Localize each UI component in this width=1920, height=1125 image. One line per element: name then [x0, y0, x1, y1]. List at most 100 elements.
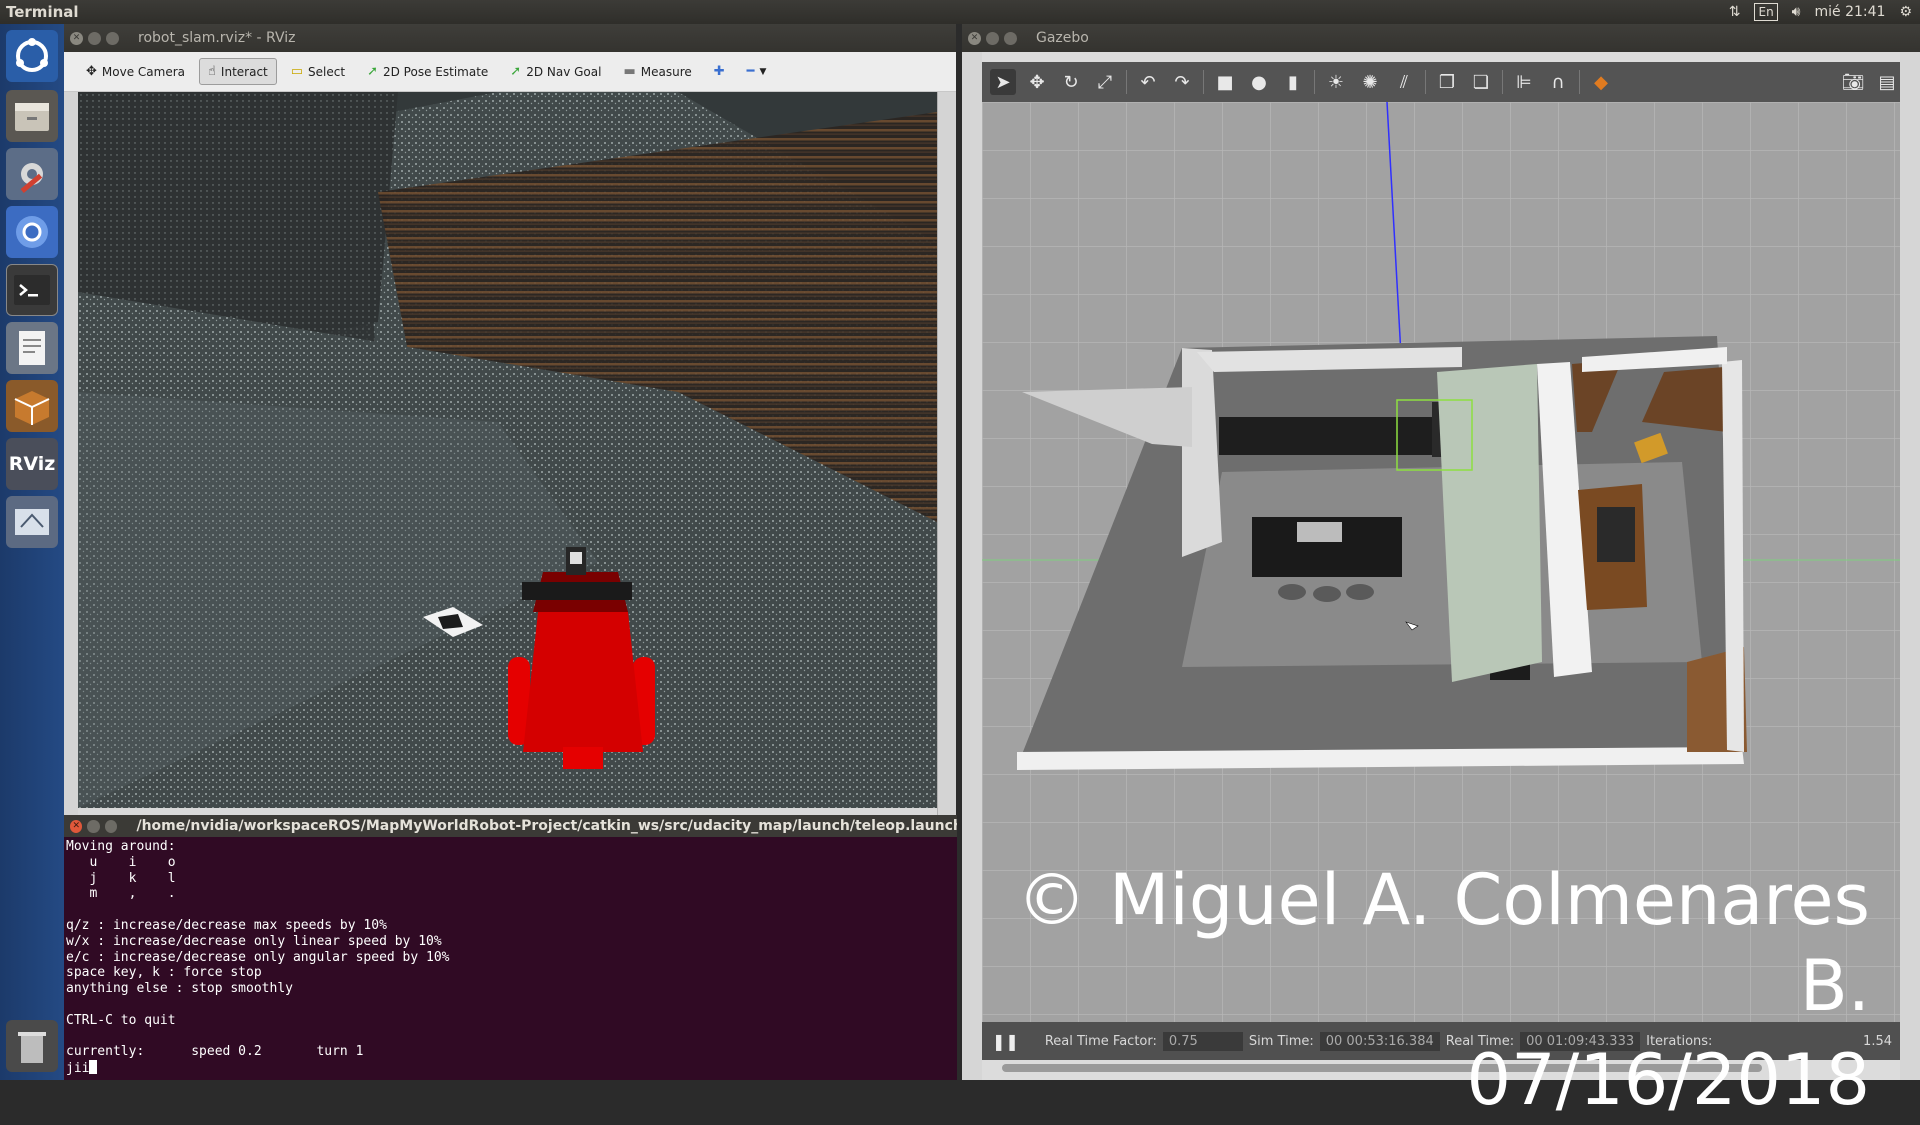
select-tool[interactable]: ▭ Select	[283, 59, 353, 84]
terminal-line: m , .	[66, 886, 176, 902]
point-light-icon[interactable]: ☀	[1323, 69, 1349, 95]
terminal-line: anything else : stop smoothly	[66, 981, 293, 997]
copy-icon[interactable]: ❐	[1434, 69, 1460, 95]
terminal-icon[interactable]	[6, 264, 58, 316]
gear-icon[interactable]: ⚙	[1899, 4, 1912, 20]
chevron-down-icon: ▼	[759, 66, 767, 77]
keyboard-layout-indicator[interactable]: En	[1754, 3, 1778, 21]
terminal-line: q/z : increase/decrease max speeds by 10…	[66, 917, 387, 933]
tool-label: Move Camera	[101, 64, 185, 79]
indicator-area: ⇅ En 🔊︎ mié 21:41 ⚙	[1729, 0, 1912, 24]
gazebo-right-panel-handle[interactable]	[1900, 52, 1920, 1080]
real-time-value: 00 01:09:43.333	[1520, 1031, 1641, 1051]
move-camera-tool[interactable]: ✥ Move Camera	[78, 59, 193, 84]
files-icon[interactable]	[6, 90, 58, 142]
close-button[interactable]: ✕	[70, 819, 83, 833]
terminal-titlebar: ✕ /home/nvidia/workspaceROS/MapMyWorldRo…	[64, 815, 957, 837]
box-shape-icon[interactable]: ■	[1212, 69, 1238, 95]
redo-icon[interactable]: ↷	[1169, 69, 1195, 95]
window-title: Gazebo	[1036, 30, 1089, 46]
volume-icon[interactable]: 🔊︎	[1792, 4, 1801, 20]
terminal-line: u i o	[66, 854, 176, 870]
add-tool-button[interactable]: ✚	[706, 59, 733, 84]
close-button[interactable]: ✕	[968, 31, 981, 45]
close-button[interactable]: ✕	[70, 31, 83, 45]
nav-goal-tool[interactable]: ➚ 2D Nav Goal	[502, 59, 609, 84]
gazebo-window: ✕ Gazebo ➤ ✥ ↻ ⤢ ↶ ↷ ■ ● ▮ ☀ ✺ ⫽ ❐ ❏ ⊫ ∩…	[962, 24, 1920, 1080]
active-app-title: Terminal	[6, 3, 79, 21]
tool-label: Select	[308, 64, 346, 79]
window-title: robot_slam.rviz* - RViz	[138, 30, 296, 46]
interact-tool[interactable]: ☝ Interact	[199, 58, 277, 85]
rotate-icon[interactable]: ↻	[1058, 69, 1084, 95]
tool-label: Interact	[220, 64, 268, 79]
remove-tool-button[interactable]: ━ ▼	[739, 59, 775, 84]
horizontal-scrollbar[interactable]	[1002, 1064, 1762, 1072]
scale-icon[interactable]: ⤢	[1092, 69, 1118, 95]
plus-icon: ✚	[713, 64, 725, 79]
view-angle-icon[interactable]: ◆	[1588, 69, 1614, 95]
cylinder-shape-icon[interactable]: ▮	[1280, 69, 1306, 95]
chromium-icon[interactable]	[6, 206, 58, 258]
rviz-left-dock-handle[interactable]	[64, 92, 78, 832]
terminal-line: CTRL-C to quit	[66, 1012, 176, 1028]
toolbar-separator	[1314, 70, 1315, 94]
rviz-icon[interactable]: RViz	[6, 438, 58, 490]
move-camera-icon: ✥	[86, 64, 97, 79]
system-settings-icon[interactable]	[6, 148, 58, 200]
rviz-3d-view[interactable]	[78, 92, 937, 808]
minimize-button[interactable]	[986, 31, 999, 45]
maximize-button[interactable]	[1004, 31, 1017, 45]
select-arrow-icon[interactable]: ➤	[990, 69, 1016, 95]
maximize-button[interactable]	[104, 819, 118, 833]
terminal-window[interactable]: ✕ /home/nvidia/workspaceROS/MapMyWorldRo…	[64, 815, 957, 1080]
pause-icon[interactable]: ❚❚	[992, 1032, 1019, 1051]
terminal-line: ​	[66, 902, 955, 918]
maximize-button[interactable]	[106, 31, 119, 45]
tool-label: Measure	[640, 64, 692, 79]
gazebo-left-panel-handle[interactable]	[962, 52, 982, 1080]
software-box-icon[interactable]	[6, 380, 58, 432]
ubuntu-dash-icon[interactable]	[6, 30, 58, 82]
terminal-input-line[interactable]: jii	[66, 1060, 955, 1077]
undo-icon[interactable]: ↶	[1135, 69, 1161, 95]
terminal-line: w/x : increase/decrease only linear spee…	[66, 933, 442, 949]
fps-value: 1.54	[1863, 1033, 1892, 1049]
screenshot-camera-icon[interactable]: 📷︎	[1840, 69, 1866, 95]
toolbar-separator	[1502, 70, 1503, 94]
spot-light-icon[interactable]: ✺	[1357, 69, 1383, 95]
toolbar-separator	[1203, 70, 1204, 94]
real-time-label: Real Time:	[1445, 1033, 1515, 1049]
directional-light-icon[interactable]: ⫽	[1391, 69, 1417, 95]
gazebo-3d-scene[interactable]	[982, 102, 1900, 1022]
sim-time-value: 00 00:53:16.384	[1319, 1031, 1440, 1051]
rviz-right-dock-handle[interactable]	[937, 92, 956, 832]
minimize-button[interactable]	[88, 31, 101, 45]
paste-icon[interactable]: ❏	[1468, 69, 1494, 95]
terminal-line: ​	[66, 1029, 955, 1045]
align-icon[interactable]: ⊫	[1511, 69, 1537, 95]
minimize-button[interactable]	[87, 819, 100, 833]
rtf-value: 0.75	[1162, 1031, 1243, 1051]
network-icon[interactable]: ⇅	[1729, 4, 1741, 20]
terminal-title: /home/nvidia/workspaceROS/MapMyWorldRobo…	[136, 818, 957, 834]
terminal-line: Moving around:	[66, 839, 176, 854]
terminal-output[interactable]: Moving around: u i o j k l m , .​q/z : i…	[64, 837, 957, 1077]
terminal-line: e/c : increase/decrease only angular spe…	[66, 949, 450, 965]
translate-icon[interactable]: ✥	[1024, 69, 1050, 95]
measure-tool[interactable]: ▬ Measure	[615, 59, 699, 84]
terminal-input-text: jii	[66, 1061, 90, 1077]
select-box-icon: ▭	[290, 64, 304, 79]
iterations-label: Iterations:	[1646, 1033, 1713, 1049]
trash-icon[interactable]	[6, 1020, 58, 1072]
gazebo-toolbar: ➤ ✥ ↻ ⤢ ↶ ↷ ■ ● ▮ ☀ ✺ ⫽ ❐ ❏ ⊫ ∩ ◆ 📷︎ ▤	[982, 62, 1900, 102]
clock[interactable]: mié 21:41	[1815, 4, 1886, 20]
ruler-icon: ▬	[623, 64, 636, 79]
pose-estimate-tool[interactable]: ➚ 2D Pose Estimate	[359, 59, 496, 84]
snap-icon[interactable]: ∩	[1545, 69, 1571, 95]
log-icon[interactable]: ▤	[1874, 69, 1900, 95]
text-editor-icon[interactable]	[6, 322, 58, 374]
rqt-icon[interactable]	[6, 496, 58, 548]
sphere-shape-icon[interactable]: ●	[1246, 69, 1272, 95]
rtf-label: Real Time Factor:	[1044, 1033, 1157, 1049]
